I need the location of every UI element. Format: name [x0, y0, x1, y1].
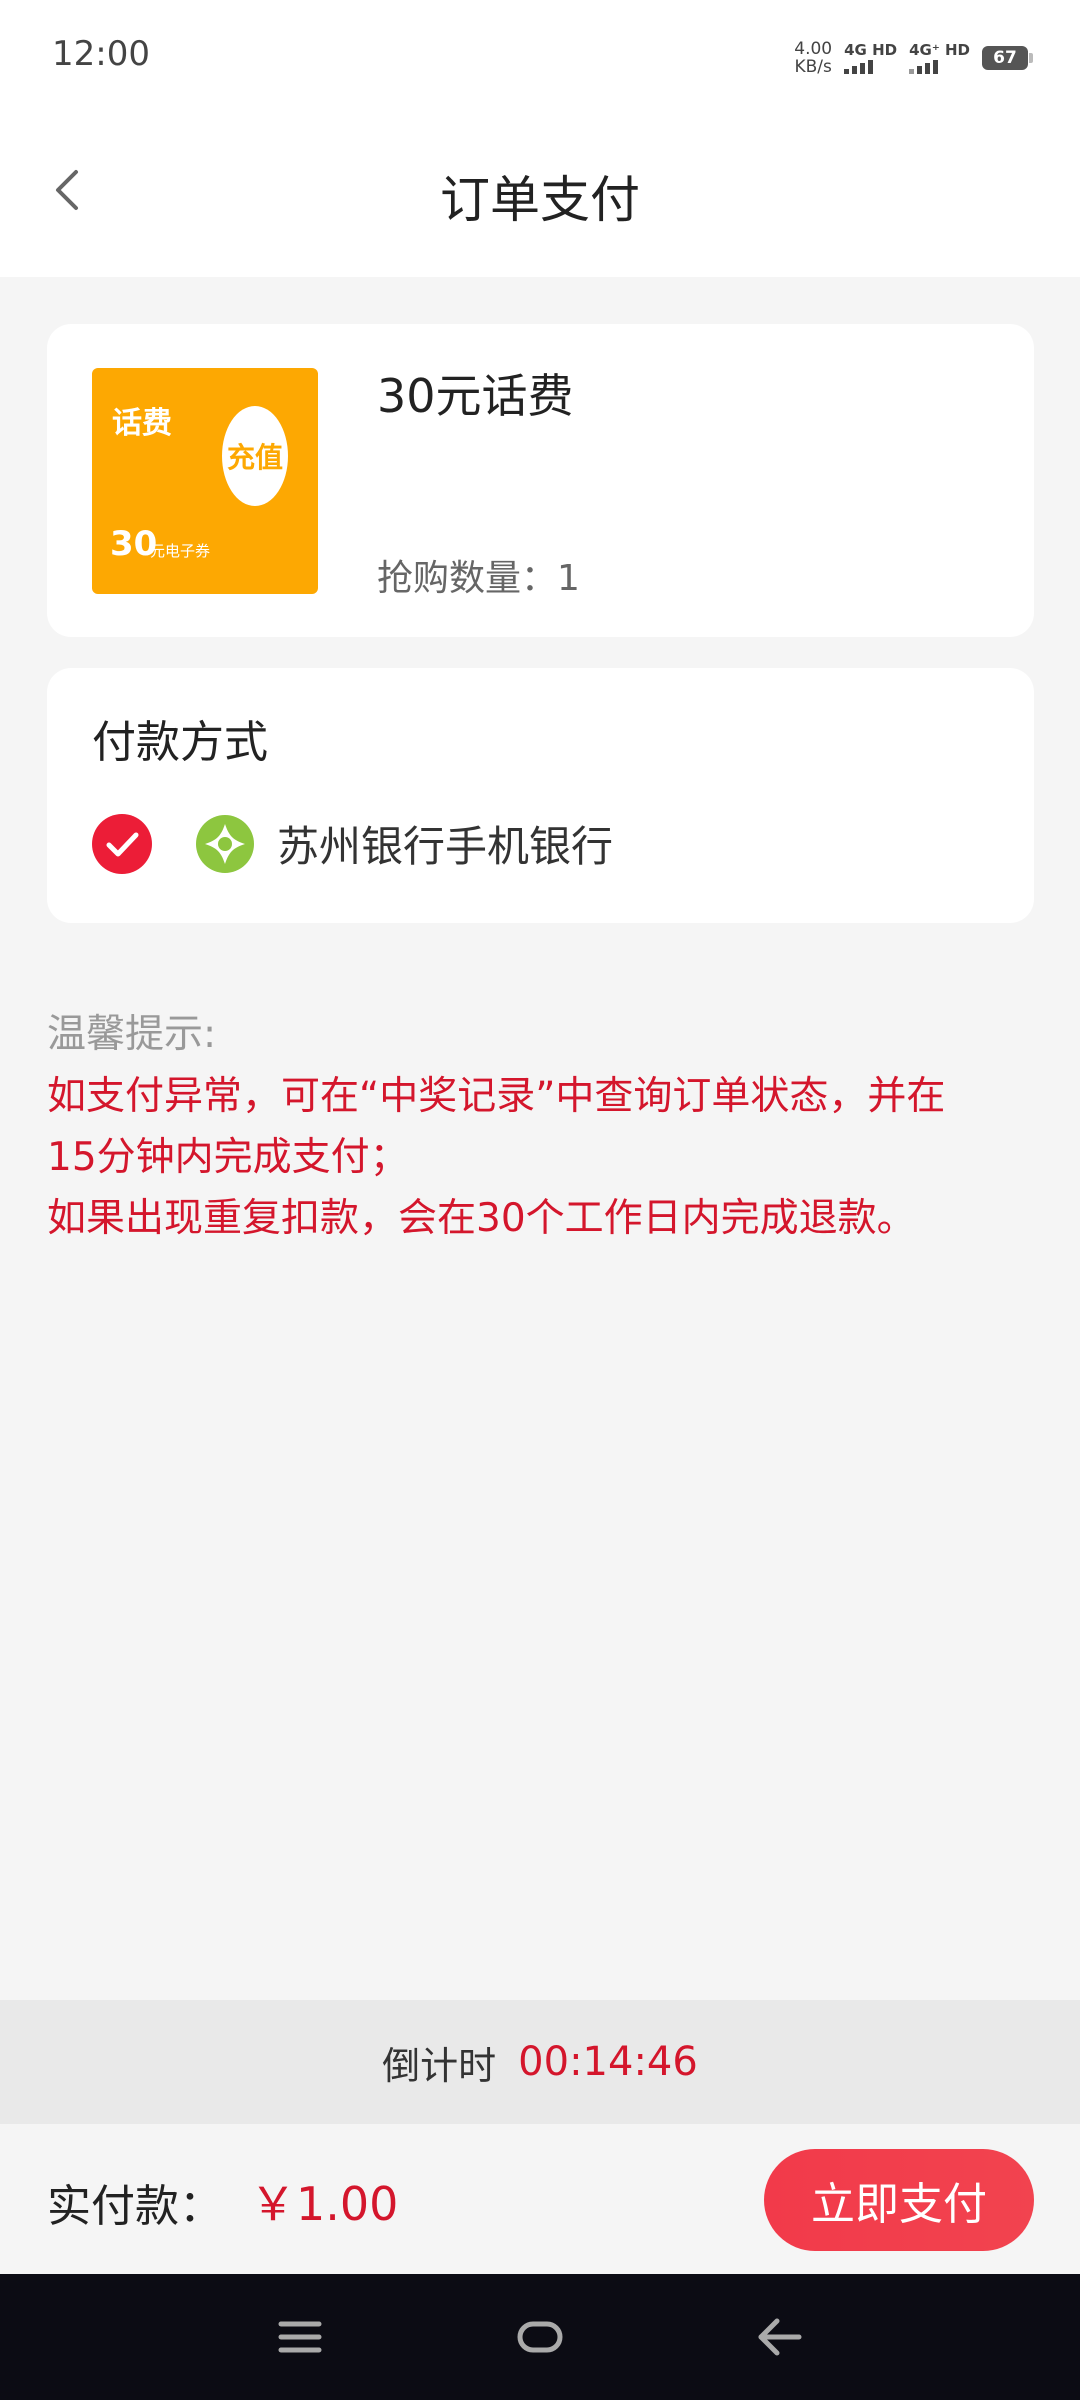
payment-method-name[interactable]: 苏州银行手机银行	[277, 813, 613, 874]
menu-icon	[278, 2321, 322, 2353]
menu-button[interactable]	[265, 2304, 335, 2370]
sim2-signal: 4G⁺ HD	[909, 42, 970, 74]
back-arrow-icon	[758, 2318, 802, 2356]
status-bar: 12:00 4.00 KB/s 4G HD 4G⁺ HD 67	[0, 0, 1080, 110]
system-navigation-bar	[0, 2274, 1080, 2400]
home-button[interactable]	[505, 2304, 575, 2370]
countdown-label: 倒计时	[382, 2043, 497, 2088]
header: 订单支付	[0, 110, 1080, 277]
selected-check-icon[interactable]	[92, 814, 152, 874]
payment-footer: 实付款： ￥1.00 立即支付	[0, 2124, 1080, 2274]
product-card: 话费 充值 30 元电子券 30元话费 抢购数量：1	[47, 324, 1034, 637]
payment-method-card: 付款方式 苏州银行手机银行	[47, 668, 1034, 923]
thumb-desc: 元电子券	[150, 542, 211, 560]
amount-label: 实付款：	[47, 2181, 223, 2232]
page-title: 订单支付	[440, 171, 640, 229]
product-thumbnail: 话费 充值 30 元电子券	[92, 368, 318, 594]
network-speed: 4.00 KB/s	[794, 40, 832, 76]
tips-title: 温馨提示:	[47, 1012, 217, 1057]
tips-line: 如果出现重复扣款，会在30个工作日内完成退款。	[47, 1196, 916, 1241]
thumb-badge: 充值	[222, 406, 288, 506]
signal-bars-icon	[844, 60, 874, 74]
home-icon	[517, 2321, 563, 2353]
signal-bars-icon	[909, 60, 939, 74]
sim2-label: 4G⁺ HD	[909, 41, 970, 59]
thumb-title: 话费	[112, 406, 172, 441]
network-speed-value: 4.00	[794, 39, 833, 59]
bank-logo-icon	[195, 814, 255, 874]
countdown-timer: 00:14:46	[518, 2039, 698, 2085]
tips-line: 15分钟内完成支付；	[47, 1135, 409, 1180]
payment-method-title: 付款方式	[92, 717, 268, 768]
status-indicators: 4.00 KB/s 4G HD 4G⁺ HD 67	[794, 36, 1033, 80]
tips-section: 温馨提示: 如支付异常，可在“中奖记录”中查询订单状态，并在 15分钟内完成支付…	[47, 1004, 1047, 1249]
tips-line: 如支付异常，可在“中奖记录”中查询订单状态，并在	[47, 1074, 946, 1119]
product-name: 30元话费	[377, 369, 574, 423]
product-quantity: 抢购数量：1	[377, 558, 580, 599]
status-time: 12:00	[52, 34, 150, 74]
checkmark-icon	[106, 832, 139, 857]
sim1-label: 4G HD	[844, 41, 898, 59]
system-back-button[interactable]	[745, 2304, 815, 2370]
network-speed-unit: KB/s	[794, 57, 832, 77]
amount-value: ￥1.00	[250, 2177, 399, 2231]
pay-now-button[interactable]: 立即支付	[764, 2149, 1034, 2251]
sim1-signal: 4G HD	[844, 42, 897, 74]
battery-icon: 67	[982, 46, 1033, 70]
countdown-bar: 倒计时 00:14:46	[0, 2000, 1080, 2124]
